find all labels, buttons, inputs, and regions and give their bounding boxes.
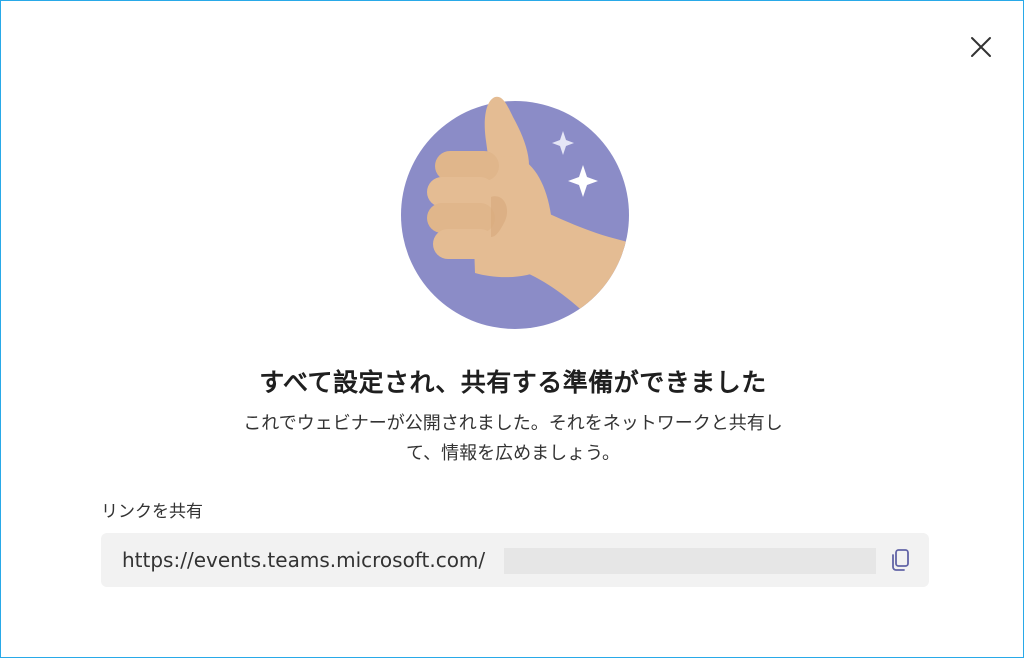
finger-1 bbox=[435, 151, 499, 181]
finger-3 bbox=[427, 203, 495, 233]
share-link-url[interactable]: https://events.teams.microsoft.com/ bbox=[122, 548, 485, 572]
description-line-2: て、情報を広めましょう。 bbox=[405, 443, 621, 464]
share-link-label: リンクを共有 bbox=[101, 502, 203, 522]
copy-icon bbox=[892, 549, 909, 571]
close-icon bbox=[971, 37, 991, 57]
description-line-1: これでウェビナーが公開されました。それをネットワークと共有し bbox=[243, 413, 783, 434]
webinar-published-dialog: すべて設定され、共有する準備ができました これでウェビナーが公開されました。それ… bbox=[0, 0, 1024, 658]
copy-link-button[interactable] bbox=[890, 548, 912, 572]
finger-4 bbox=[433, 229, 495, 259]
thumbs-up-illustration bbox=[401, 96, 629, 329]
redacted-link-path bbox=[504, 548, 876, 574]
share-link-field[interactable]: https://events.teams.microsoft.com/ bbox=[101, 533, 929, 587]
close-button[interactable] bbox=[965, 31, 997, 63]
dialog-description: これでウェビナーが公開されました。それをネットワークと共有し て、情報を広めまし… bbox=[213, 409, 813, 469]
finger-2 bbox=[427, 177, 495, 207]
dialog-title: すべて設定され、共有する準備ができました bbox=[259, 368, 767, 397]
